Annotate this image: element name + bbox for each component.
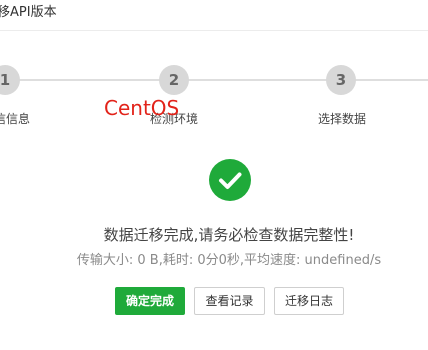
step-3-indicator: 3 (326, 65, 356, 95)
result-subtitle: 传输大小: 0 B,耗时: 0分0秒,平均速度: undefined/s (76, 253, 382, 268)
step-2-number: 2 (168, 71, 180, 89)
step-connector (354, 79, 428, 81)
migration-log-button[interactable]: 迁移日志 (274, 287, 344, 315)
centos-overlay-label: CentOS (104, 96, 180, 120)
step-3-number: 3 (335, 71, 347, 89)
step-3-label: 选择数据 (318, 112, 367, 126)
step-1-label: 信信息 (0, 112, 31, 126)
view-log-button[interactable]: 查看记录 (194, 287, 265, 315)
step-1-number: 1 (0, 71, 11, 89)
step-2-indicator: 2 (159, 65, 189, 95)
success-check-icon (209, 159, 251, 201)
dialog-header: 移API版本 (0, 0, 428, 31)
dialog-title: 移API版本 (0, 5, 57, 20)
confirm-complete-button[interactable]: 确定完成 (115, 287, 185, 315)
step-connector (18, 79, 163, 81)
result-title: 数据迁移完成,请务必检查数据完整性! (103, 226, 355, 244)
step-connector (186, 79, 330, 81)
